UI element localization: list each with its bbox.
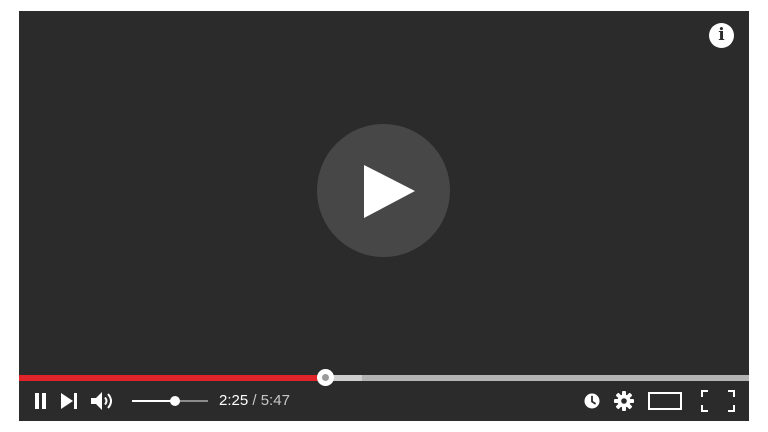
volume-slider[interactable] [132,387,208,415]
clock-icon [584,393,600,409]
pause-icon [35,393,46,409]
big-play-button[interactable] [317,124,450,257]
duration: 5:47 [260,392,290,409]
info-button[interactable]: i [709,23,734,48]
mute-button[interactable] [89,387,119,415]
control-bar: 2:25 / 5:47 [19,387,749,415]
volume-fill [132,400,176,402]
video-player[interactable]: i 2:25 / 5:47 [19,11,749,421]
gear-icon [614,391,634,411]
current-time: 2:25 [219,392,249,409]
info-icon: i [718,25,725,45]
play-icon [364,165,415,218]
next-icon [61,393,77,409]
time-separator: / [248,392,261,409]
progress-played [19,375,326,381]
pause-button[interactable] [30,387,52,415]
settings-button[interactable] [612,387,636,415]
fullscreen-icon [701,390,735,412]
progress-scrubber-handle[interactable] [316,369,334,386]
volume-icon [91,392,112,410]
theater-mode-icon [648,392,682,410]
watch-later-button[interactable] [582,387,602,415]
next-button[interactable] [59,387,81,415]
fullscreen-button[interactable] [696,387,740,415]
theater-mode-button[interactable] [646,387,684,415]
time-display: 2:25 / 5:47 [219,387,290,415]
volume-handle[interactable] [170,396,181,406]
progress-bar[interactable] [19,369,749,386]
